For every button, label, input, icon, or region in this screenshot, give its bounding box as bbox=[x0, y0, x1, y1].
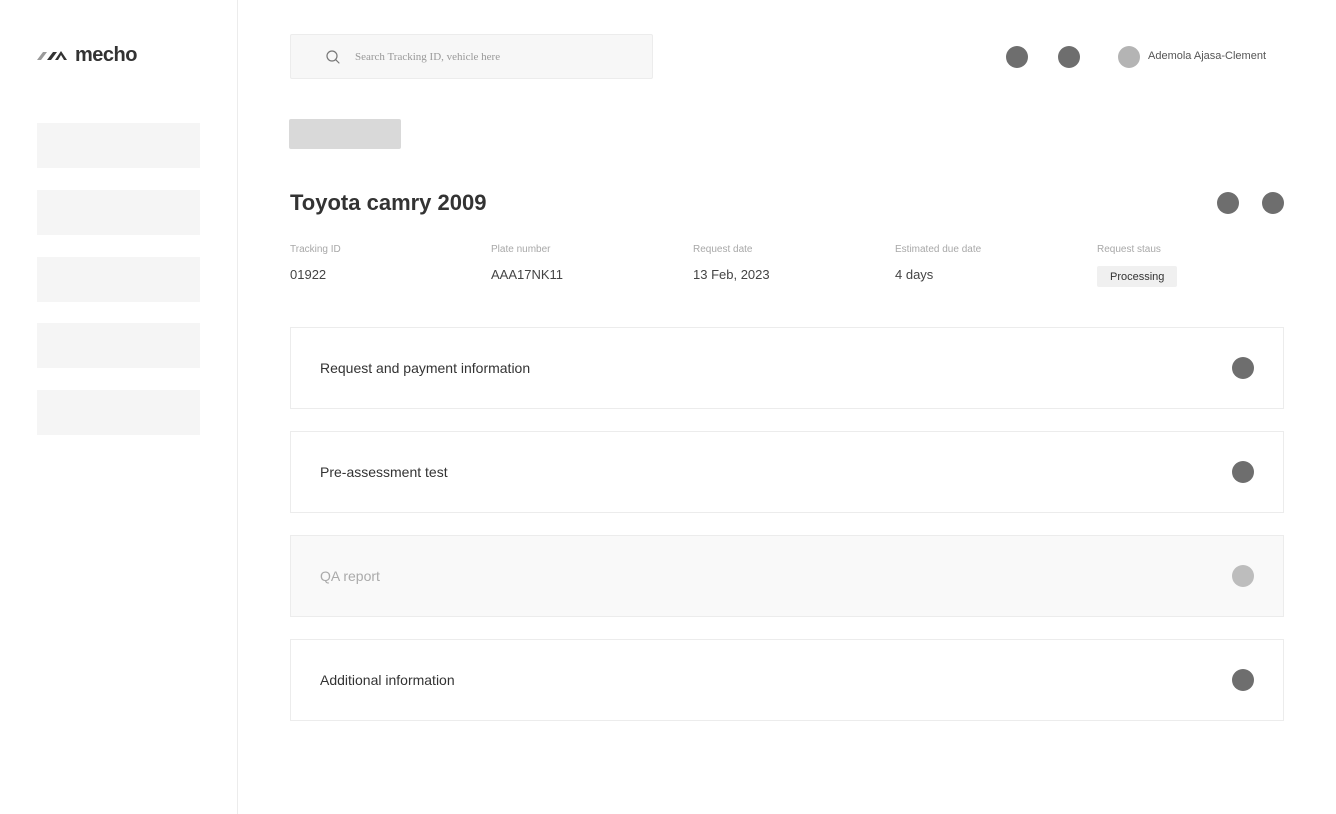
sidebar-item-3[interactable] bbox=[37, 257, 200, 302]
expand-icon[interactable] bbox=[1232, 357, 1254, 379]
meta-label: Plate number bbox=[491, 244, 551, 255]
section-title: Additional information bbox=[320, 672, 455, 688]
brand-name: mecho bbox=[75, 44, 137, 66]
meta-label: Request staus bbox=[1097, 244, 1161, 255]
section-qa-report: QA report bbox=[290, 535, 1284, 617]
meta-value: 13 Feb, 2023 bbox=[693, 267, 770, 282]
section-additional-information[interactable]: Additional information bbox=[290, 639, 1284, 721]
section-title: QA report bbox=[320, 568, 380, 584]
search-bar[interactable] bbox=[290, 34, 653, 79]
notification-icon[interactable] bbox=[1006, 46, 1028, 68]
expand-icon[interactable] bbox=[1232, 461, 1254, 483]
mecho-logo-icon bbox=[37, 50, 67, 60]
meta-request-status: Request staus Processing bbox=[1097, 244, 1178, 287]
page-title: Toyota camry 2009 bbox=[290, 190, 487, 215]
section-pre-assessment[interactable]: Pre-assessment test bbox=[290, 431, 1284, 513]
section-title: Request and payment information bbox=[320, 360, 531, 376]
meta-request-date: Request date 13 Feb, 2023 bbox=[693, 244, 770, 282]
section-request-payment[interactable]: Request and payment information bbox=[290, 327, 1284, 409]
sidebar-item-4[interactable] bbox=[37, 323, 200, 368]
status-badge: Processing bbox=[1097, 266, 1178, 287]
sidebar-item-2[interactable] bbox=[37, 190, 200, 235]
expand-icon[interactable] bbox=[1232, 669, 1254, 691]
brand-logo[interactable]: mecho bbox=[37, 44, 137, 67]
section-title: Pre-assessment test bbox=[320, 464, 448, 480]
meta-tracking-id: Tracking ID 01922 bbox=[290, 244, 341, 282]
sidebar-item-1[interactable] bbox=[37, 123, 200, 168]
meta-label: Estimated due date bbox=[895, 244, 982, 255]
back-button[interactable] bbox=[289, 119, 401, 149]
avatar[interactable] bbox=[1118, 46, 1140, 68]
expand-icon bbox=[1232, 565, 1254, 587]
sidebar: mecho bbox=[0, 0, 238, 814]
meta-value: AAA17NK11 bbox=[491, 267, 564, 282]
search-input[interactable] bbox=[355, 50, 635, 63]
more-options-icon[interactable] bbox=[1262, 192, 1284, 214]
meta-plate-number: Plate number AAA17NK11 bbox=[491, 244, 563, 282]
meta-due-date: Estimated due date 4 days bbox=[895, 244, 981, 282]
meta-label: Request date bbox=[693, 244, 753, 255]
settings-icon[interactable] bbox=[1058, 46, 1080, 68]
sidebar-item-5[interactable] bbox=[37, 390, 200, 435]
edit-icon[interactable] bbox=[1217, 192, 1239, 214]
meta-label: Tracking ID bbox=[290, 244, 341, 255]
search-icon bbox=[326, 49, 340, 64]
meta-value: 4 days bbox=[895, 267, 934, 282]
meta-value: 01922 bbox=[290, 267, 327, 282]
user-name[interactable]: Ademola Ajasa-Clement bbox=[1148, 50, 1266, 62]
